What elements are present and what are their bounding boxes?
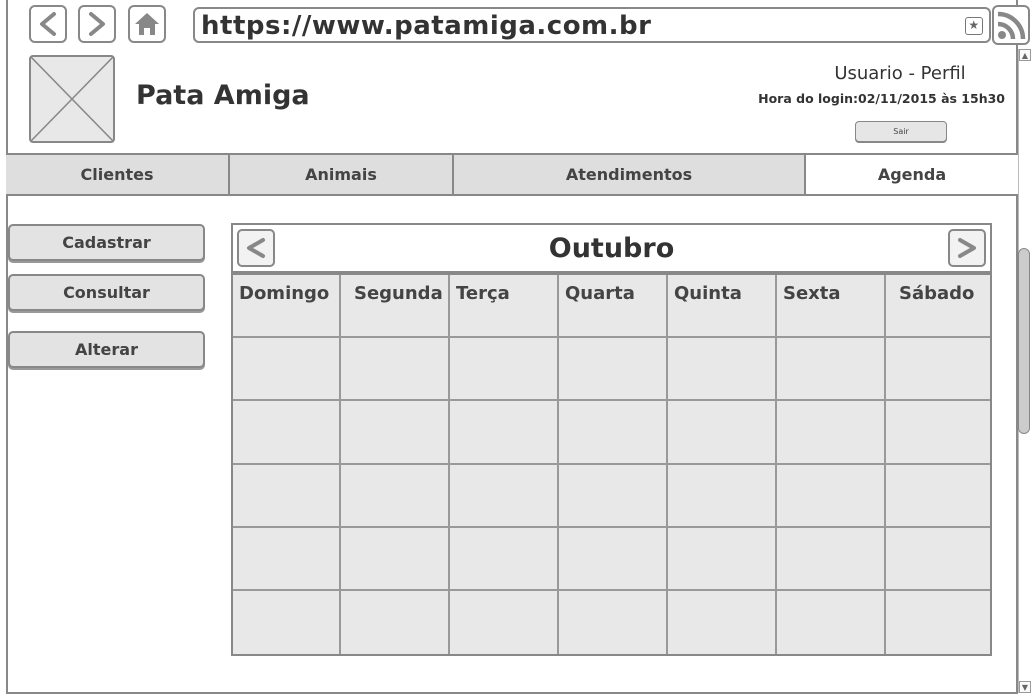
user-profile-link[interactable]: Usuario - Perfil [780, 63, 1020, 84]
scroll-down-icon[interactable]: ▼ [1019, 681, 1031, 693]
calendar-day-cell[interactable] [886, 590, 990, 654]
calendar-day-cell[interactable] [233, 590, 341, 654]
tab-clientes[interactable]: Clientes [6, 155, 230, 194]
rss-button[interactable] [992, 5, 1030, 45]
calendar-day-cell[interactable] [668, 590, 777, 654]
calendar-day-cell[interactable] [886, 401, 990, 465]
calendar-day-cell[interactable] [668, 401, 777, 465]
calendar-day-cell[interactable] [233, 464, 341, 528]
calendar-day-cell[interactable] [777, 464, 886, 528]
logout-button[interactable]: Sair [855, 121, 947, 142]
calendar-day-cell[interactable] [450, 464, 559, 528]
calendar-day-cell[interactable] [777, 527, 886, 591]
weekday-header: Quarta [559, 275, 668, 339]
weekday-label: Quinta [674, 283, 742, 304]
weekday-label: Quarta [565, 283, 635, 304]
forward-icon [89, 12, 105, 36]
calendar-day-cell[interactable] [886, 464, 990, 528]
home-button[interactable] [128, 5, 166, 43]
calendar-day-cell[interactable] [777, 401, 886, 465]
calendar-day-cell[interactable] [668, 338, 777, 402]
weekday-header: Segunda [341, 275, 450, 339]
calendar-day-cell[interactable] [341, 590, 450, 654]
calendar-day-cell[interactable] [450, 527, 559, 591]
home-icon [135, 13, 159, 35]
weekday-label: Domingo [239, 283, 330, 304]
calendar-day-cell[interactable] [233, 338, 341, 402]
calendar-day-cell[interactable] [341, 401, 450, 465]
weekday-label: Terça [456, 283, 510, 304]
weekday-header: Terça [450, 275, 559, 339]
bookmark-star-icon[interactable]: ★ [965, 17, 983, 35]
calendar-day-cell[interactable] [450, 401, 559, 465]
calendar-day-cell[interactable] [233, 527, 341, 591]
calendar-day-cell[interactable] [341, 464, 450, 528]
calendar-day-cell[interactable] [450, 338, 559, 402]
forward-button[interactable] [78, 5, 116, 43]
calendar-day-cell[interactable] [559, 527, 668, 591]
login-time: Hora do login:02/11/2015 às 15h30 [758, 91, 1005, 106]
scroll-up-icon[interactable]: ▲ [1019, 49, 1031, 61]
chevron-right-icon [958, 238, 976, 258]
cadastrar-button[interactable]: Cadastrar [8, 224, 205, 261]
weekday-label: Sexta [783, 283, 841, 304]
calendar-day-cell[interactable] [559, 338, 668, 402]
calendar-day-cell[interactable] [668, 527, 777, 591]
weekday-label: Sábado [899, 283, 975, 304]
scrollbar-thumb[interactable] [1018, 248, 1030, 434]
logo-image-placeholder [29, 55, 115, 143]
weekday-header: Domingo [233, 275, 341, 339]
alterar-button[interactable]: Alterar [8, 331, 205, 368]
calendar-day-cell[interactable] [559, 590, 668, 654]
calendar-day-cell[interactable] [341, 338, 450, 402]
weekday-label: Segunda [354, 283, 443, 304]
calendar-month-title: Outubro [548, 233, 675, 264]
next-month-button[interactable] [948, 229, 986, 267]
back-icon [40, 12, 56, 36]
calendar-day-cell[interactable] [559, 401, 668, 465]
back-button[interactable] [29, 5, 67, 43]
weekday-header: Sábado [886, 275, 990, 339]
main-tabs: Clientes Animais Atendimentos Agenda [6, 155, 1018, 196]
app-title: Pata Amiga [136, 80, 310, 111]
previous-month-button[interactable] [237, 229, 275, 267]
calendar-day-cell[interactable] [559, 464, 668, 528]
calendar-header: Outubro [231, 223, 992, 273]
calendar-grid: Domingo Segunda Terça Quarta Quinta Sexta Sába… [231, 273, 992, 656]
weekday-header: Quinta [668, 275, 777, 339]
tab-animais[interactable]: Animais [230, 155, 454, 194]
chevron-left-icon [247, 238, 265, 258]
consultar-button[interactable]: Consultar [8, 274, 205, 311]
tab-agenda[interactable]: Agenda [806, 155, 1018, 194]
weekday-header: Sexta [777, 275, 886, 339]
url-text: https://www.patamiga.com.br [201, 11, 652, 41]
rss-icon [997, 11, 1026, 40]
calendar-day-cell[interactable] [777, 590, 886, 654]
calendar-day-cell[interactable] [668, 464, 777, 528]
calendar-day-cell[interactable] [341, 527, 450, 591]
url-bar[interactable]: https://www.patamiga.com.br ★ [193, 7, 991, 43]
tab-atendimentos[interactable]: Atendimentos [454, 155, 806, 194]
calendar-day-cell[interactable] [886, 338, 990, 402]
calendar-day-cell[interactable] [450, 590, 559, 654]
calendar-day-cell[interactable] [777, 338, 886, 402]
calendar-day-cell[interactable] [886, 527, 990, 591]
calendar-day-cell[interactable] [233, 401, 341, 465]
